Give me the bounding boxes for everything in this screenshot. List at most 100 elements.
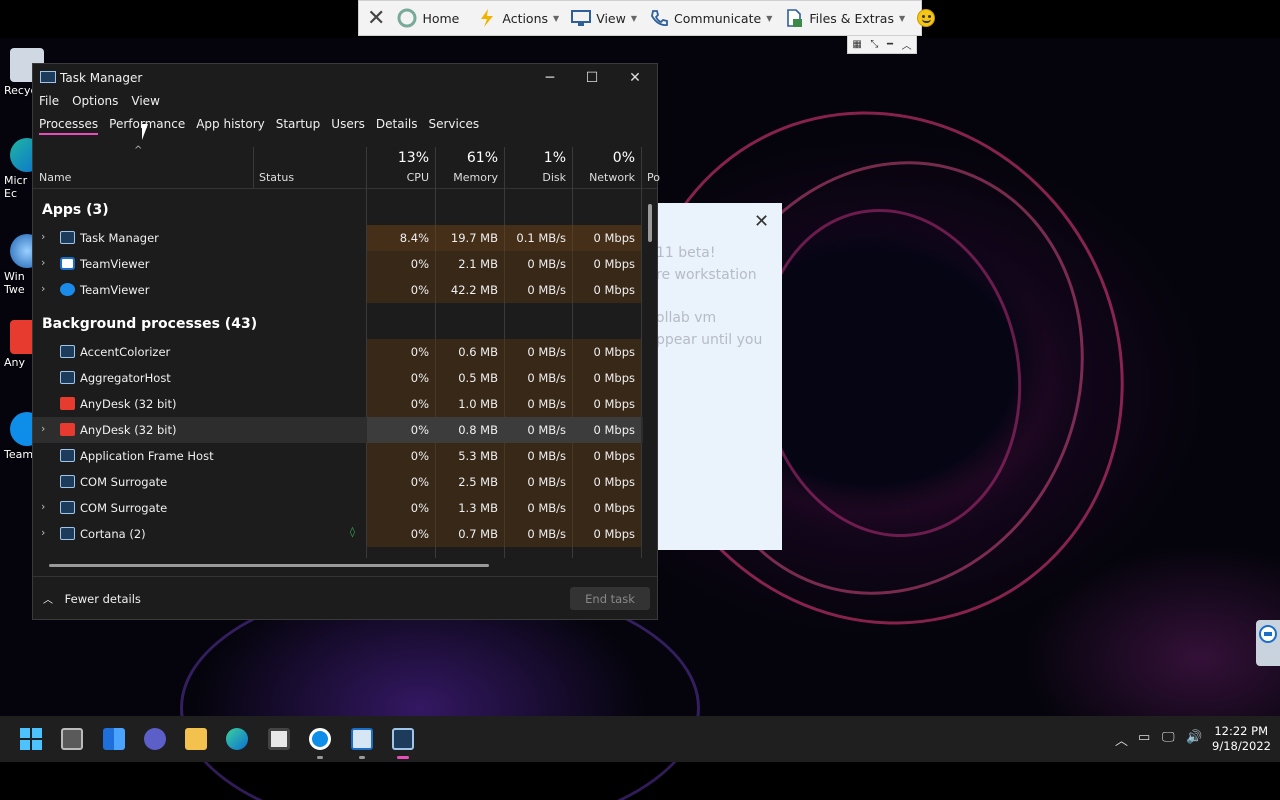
folder-icon xyxy=(185,728,207,750)
maximize-button[interactable]: ☐ xyxy=(570,64,614,92)
table-row[interactable]: AggregatorHost 0% 0.5 MB 0 MB/s 0 Mbps xyxy=(33,365,643,391)
vertical-scrollbar[interactable] xyxy=(648,204,652,242)
title-bar[interactable]: Task Manager ─ ☐ ✕ xyxy=(33,64,657,92)
task-view-button[interactable] xyxy=(58,725,86,753)
group-header-background[interactable]: Background processes (43) xyxy=(42,316,257,332)
table-row[interactable]: AccentColorizer 0% 0.6 MB 0 MB/s 0 Mbps xyxy=(33,339,643,365)
actions-menu[interactable]: Actions ▼ xyxy=(471,0,565,36)
home-label: Home xyxy=(422,10,460,26)
table-row[interactable]: › Task Manager 8.4% 19.7 MB 0.1 MB/s 0 M… xyxy=(33,225,643,251)
process-cpu: 8.4% xyxy=(399,231,429,245)
table-row[interactable]: COM Surrogate 0% 2.5 MB 0 MB/s 0 Mbps xyxy=(33,469,643,495)
chevron-right-icon[interactable]: › xyxy=(41,256,45,269)
process-network: 0 Mbps xyxy=(593,371,636,385)
menu-options[interactable]: Options xyxy=(72,94,118,110)
table-row[interactable]: › Cortana (2) ◊ 0% 0.7 MB 0 MB/s 0 Mbps xyxy=(33,521,643,547)
chat-button[interactable] xyxy=(141,725,169,753)
process-name: TeamViewer xyxy=(80,257,150,271)
clock[interactable]: 12:22 PM 9/18/2022 xyxy=(1212,724,1271,754)
close-icon[interactable]: ✕ xyxy=(754,211,769,232)
home-button[interactable]: Home xyxy=(391,0,465,36)
column-status-header[interactable]: Status xyxy=(253,147,366,189)
grid-icon[interactable]: ▦ xyxy=(852,39,861,50)
tab-startup[interactable]: Startup xyxy=(276,117,321,135)
tab-processes[interactable]: Processes xyxy=(39,117,99,135)
table-row[interactable]: AnyDesk (32 bit) 0% 1.0 MB 0 MB/s 0 Mbps xyxy=(33,391,643,417)
column-network-header[interactable]: 0% Network xyxy=(572,147,641,189)
group-header-apps[interactable]: Apps (3) xyxy=(42,202,109,218)
process-memory: 0.6 MB xyxy=(458,345,498,359)
process-memory: 5.3 MB xyxy=(458,449,498,463)
close-button[interactable]: ✕ xyxy=(613,64,657,92)
minimize-button[interactable]: ─ xyxy=(528,64,572,92)
menu-file[interactable]: File xyxy=(39,94,59,110)
anydesk-icon xyxy=(60,423,75,436)
menu-view[interactable]: View xyxy=(131,94,159,110)
column-cpu-header[interactable]: 13% CPU xyxy=(366,147,435,189)
column-name-header[interactable]: Name xyxy=(33,147,253,189)
network-icon[interactable]: 🖵 xyxy=(1162,730,1175,745)
process-network: 0 Mbps xyxy=(593,231,636,245)
view-menu[interactable]: View ▼ xyxy=(565,0,643,36)
end-task-button[interactable]: End task xyxy=(570,587,650,610)
process-network: 0 Mbps xyxy=(593,449,636,463)
table-row[interactable]: › COM Surrogate 0% 1.3 MB 0 MB/s 0 Mbps xyxy=(33,495,643,521)
feedback-button[interactable] xyxy=(911,0,941,36)
edge-button[interactable] xyxy=(223,725,251,753)
tab-details[interactable]: Details xyxy=(376,117,418,135)
column-disk-label: Disk xyxy=(542,171,566,184)
process-network: 0 Mbps xyxy=(593,345,636,359)
process-disk: 0 MB/s xyxy=(527,345,566,359)
column-name-label: Name xyxy=(39,171,72,184)
table-row[interactable]: › TeamViewer 0% 2.1 MB 0 MB/s 0 Mbps xyxy=(33,251,643,277)
column-disk-header[interactable]: 1% Disk xyxy=(504,147,572,189)
fewer-details-button[interactable]: ︿ Fewer details xyxy=(43,591,141,606)
column-memory-header[interactable]: 61% Memory xyxy=(435,147,504,189)
file-explorer-button[interactable] xyxy=(182,725,210,753)
teamviewer-session-button[interactable] xyxy=(348,725,376,759)
process-disk: 0 MB/s xyxy=(527,423,566,437)
column-status-label: Status xyxy=(259,171,295,184)
table-row[interactable]: › TeamViewer 0% 42.2 MB 0 MB/s 0 Mbps xyxy=(33,277,643,303)
widgets-button[interactable] xyxy=(100,725,128,753)
dialog-text: ollab vm xyxy=(656,310,717,326)
process-name: AggregatorHost xyxy=(80,371,171,385)
disk-total: 1% xyxy=(543,150,566,166)
chevron-up-icon[interactable]: ︿ xyxy=(1115,730,1128,749)
teamviewer-icon xyxy=(309,728,331,750)
chevron-up-icon[interactable]: ︿ xyxy=(902,37,912,52)
column-network-label: Network xyxy=(589,171,635,184)
tab-app-history[interactable]: App history xyxy=(196,117,265,135)
start-button[interactable] xyxy=(17,725,45,753)
tab-users[interactable]: Users xyxy=(331,117,365,135)
volume-icon[interactable]: 🔊 xyxy=(1186,730,1202,745)
process-name: COM Surrogate xyxy=(80,501,168,515)
chevron-right-icon[interactable]: › xyxy=(41,500,45,513)
process-name: Cortana (2) xyxy=(80,527,146,541)
fullscreen-icon[interactable]: ⤡ xyxy=(870,39,878,50)
close-session-button[interactable]: ✕ xyxy=(359,0,391,36)
minimize-toolbar-icon[interactable]: ━ xyxy=(887,39,893,50)
process-disk: 0.1 MB/s xyxy=(516,231,566,245)
task-manager-taskbar-button[interactable] xyxy=(389,725,417,759)
process-disk: 0 MB/s xyxy=(527,475,566,489)
process-memory: 2.1 MB xyxy=(458,257,498,271)
column-power-header[interactable]: Po xyxy=(641,147,660,189)
table-row-highlighted[interactable]: › AnyDesk (32 bit) 0% 0.8 MB 0 MB/s 0 Mb… xyxy=(33,417,643,443)
communicate-menu[interactable]: Communicate ▼ xyxy=(643,0,778,36)
tablet-icon[interactable]: ▭ xyxy=(1138,730,1150,745)
table-row[interactable]: Application Frame Host 0% 5.3 MB 0 MB/s … xyxy=(33,443,643,469)
teamviewer-side-tab[interactable] xyxy=(1256,620,1280,666)
chevron-right-icon[interactable]: › xyxy=(41,230,45,243)
clock-date: 9/18/2022 xyxy=(1212,739,1271,753)
chevron-right-icon[interactable]: › xyxy=(41,422,45,435)
horizontal-scrollbar[interactable] xyxy=(49,564,489,567)
teamviewer-taskbar-button[interactable] xyxy=(306,725,334,759)
tab-services[interactable]: Services xyxy=(429,117,480,135)
store-button[interactable] xyxy=(265,725,293,753)
chevron-right-icon[interactable]: › xyxy=(41,526,45,539)
chevron-right-icon[interactable]: › xyxy=(41,282,45,295)
mouse-cursor-icon xyxy=(142,124,154,140)
files-extras-menu[interactable]: Files & Extras ▼ xyxy=(778,0,911,36)
widgets-icon xyxy=(103,728,125,750)
